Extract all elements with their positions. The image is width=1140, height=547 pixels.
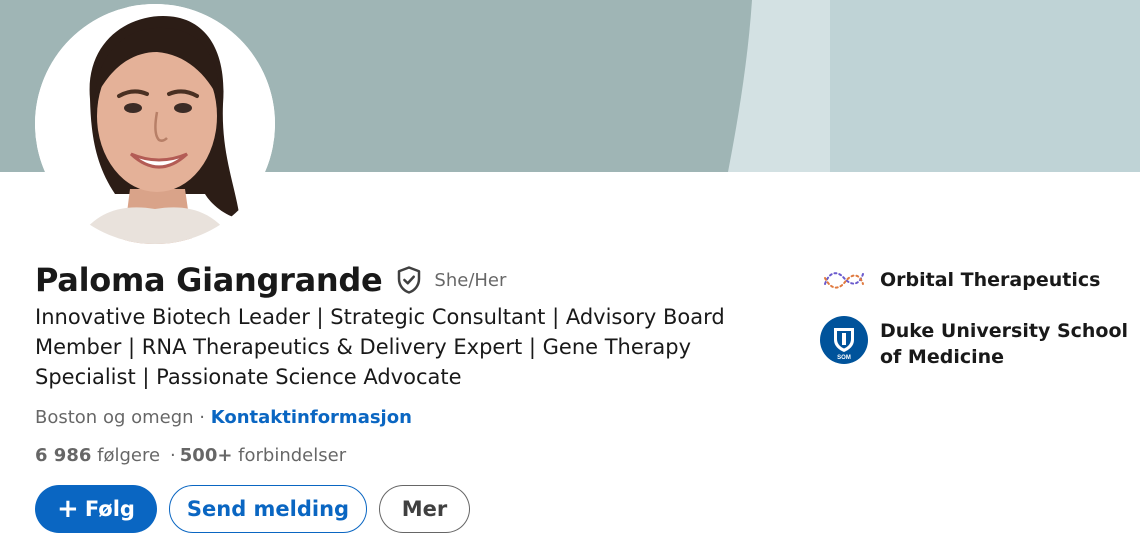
org-item-duke-university[interactable]: SOM Duke University School of Medicine	[820, 316, 1135, 370]
profile-headline: Innovative Biotech Leader | Strategic Co…	[35, 305, 725, 389]
connections-count[interactable]: 500+	[180, 445, 233, 466]
organizations-list: Orbital Therapeutics SOM Duke University…	[820, 260, 1135, 370]
duke-som-logo: SOM	[820, 316, 868, 364]
follow-button[interactable]: + Følg	[35, 485, 157, 533]
contact-info-link[interactable]: Kontaktinformasjon	[211, 407, 412, 428]
followers-label: følgere	[97, 445, 161, 466]
org-name: Duke University School of Medicine	[880, 320, 1129, 368]
duke-logo-text: SOM	[837, 355, 851, 361]
followers-count: 6 986	[35, 445, 92, 466]
pronouns: She/Her	[434, 269, 507, 291]
orbital-logo	[820, 260, 868, 300]
more-button[interactable]: Mer	[379, 485, 470, 533]
location-text: Boston og omegn	[35, 407, 194, 428]
connections-label[interactable]: forbindelser	[238, 445, 346, 466]
org-name: Orbital Therapeutics	[880, 269, 1101, 291]
org-item-orbital-therapeutics[interactable]: Orbital Therapeutics	[820, 260, 1135, 300]
profile-name: Paloma Giangrande	[35, 261, 383, 299]
send-message-button[interactable]: Send melding	[169, 485, 367, 533]
stats-row: 6 986 følgere · 500+ forbindelser	[35, 443, 346, 469]
profile-actions: + Følg Send melding Mer	[35, 485, 470, 533]
follow-label: Følg	[84, 497, 135, 521]
connections-separator: ·	[170, 445, 176, 466]
profile-photo[interactable]	[35, 4, 275, 244]
profile-photo-image	[35, 4, 275, 244]
location-row: Boston og omegn · Kontaktinformasjon	[35, 405, 412, 431]
plus-icon: +	[57, 494, 79, 524]
shield-check-icon[interactable]	[394, 265, 424, 295]
name-row: Paloma Giangrande She/Her	[35, 258, 506, 302]
location-separator: ·	[193, 407, 211, 428]
